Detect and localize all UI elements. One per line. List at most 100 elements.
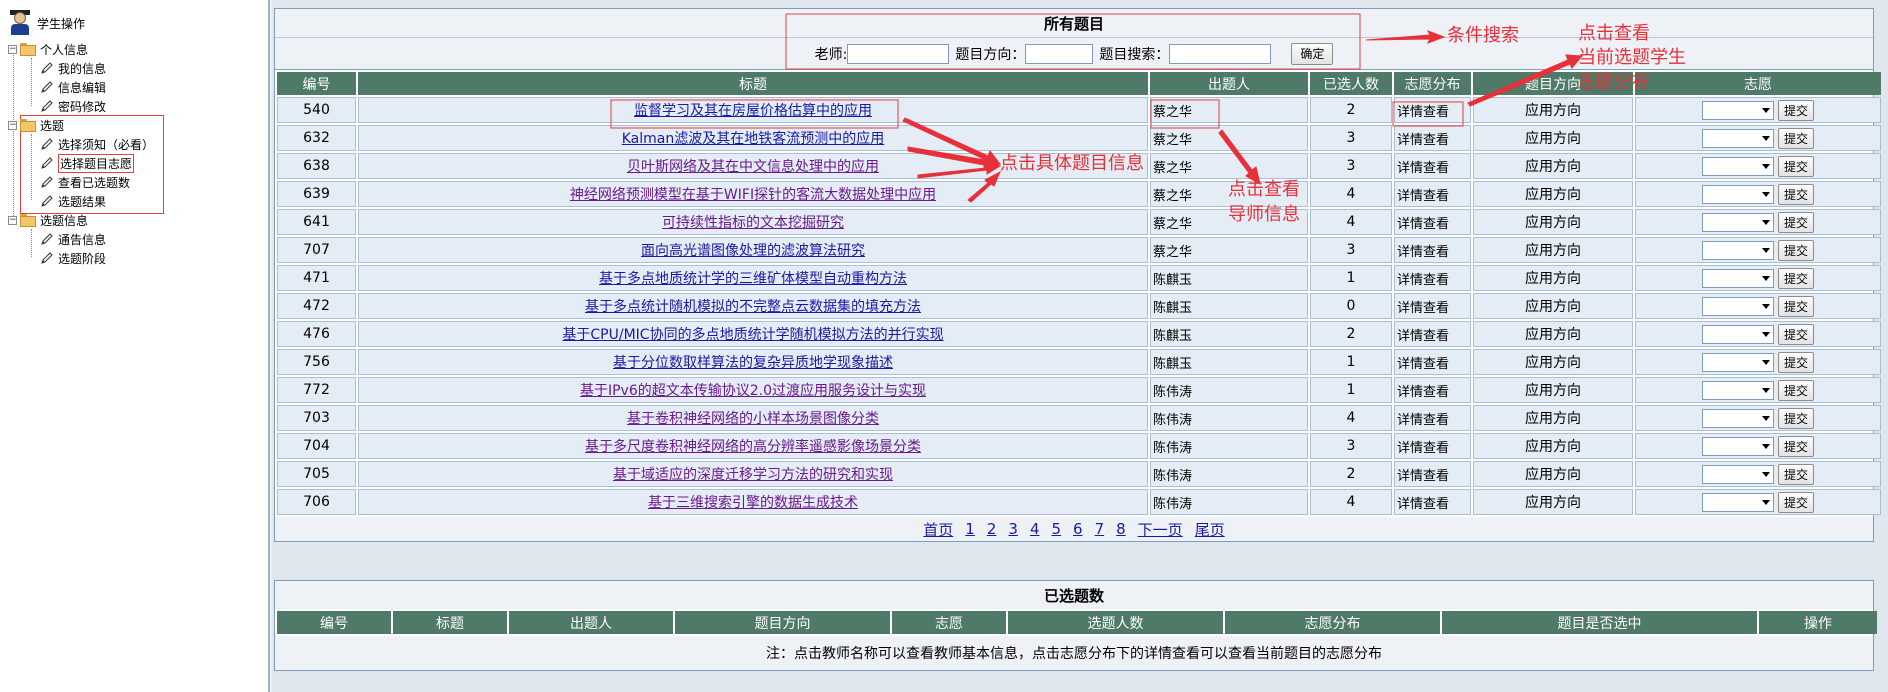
submit-button[interactable]: 提交: [1777, 407, 1814, 429]
topic-detail-link[interactable]: 详情查看: [1394, 153, 1471, 179]
pager-link[interactable]: 8: [1116, 520, 1126, 538]
topic-detail-link[interactable]: 详情查看: [1394, 489, 1471, 515]
collapse-icon[interactable]: −: [8, 44, 17, 54]
topic-teacher-link[interactable]: 蔡之华: [1150, 237, 1308, 263]
topic-title-link[interactable]: 基于三维搜索引擎的数据生成技术: [648, 495, 858, 511]
sidebar-item-view-selected[interactable]: 查看已选题数: [40, 173, 130, 191]
topic-detail-link[interactable]: 详情查看: [1394, 377, 1471, 403]
submit-button[interactable]: 提交: [1777, 239, 1814, 261]
submit-button[interactable]: 提交: [1777, 127, 1814, 149]
preference-select[interactable]: [1701, 492, 1774, 512]
submit-button[interactable]: 提交: [1777, 351, 1814, 373]
topic-title-link[interactable]: 基于分位数取样算法的复杂异质地学现象描述: [613, 355, 893, 371]
topic-teacher-link[interactable]: 蔡之华: [1150, 125, 1308, 151]
topic-detail-link[interactable]: 详情查看: [1394, 209, 1471, 235]
preference-select[interactable]: [1701, 212, 1774, 232]
sidebar-item-result[interactable]: 选题结果: [40, 192, 106, 210]
preference-select[interactable]: [1701, 436, 1774, 456]
topic-teacher-link[interactable]: 陈麒玉: [1150, 265, 1308, 291]
preference-select[interactable]: [1701, 184, 1774, 204]
pager-link[interactable]: 首页: [923, 519, 953, 540]
topic-teacher-link[interactable]: 蔡之华: [1150, 153, 1308, 179]
topic-title-link[interactable]: 基于多点地质统计学的三维矿体模型自动重构方法: [599, 271, 907, 287]
submit-button[interactable]: 提交: [1777, 379, 1814, 401]
topic-teacher-link[interactable]: 陈麒玉: [1150, 321, 1308, 347]
sidebar-group-topic[interactable]: − 选题: [8, 116, 64, 134]
submit-button[interactable]: 提交: [1777, 155, 1814, 177]
preference-select[interactable]: [1701, 156, 1774, 176]
topic-detail-link[interactable]: 详情查看: [1394, 349, 1471, 375]
pager-link[interactable]: 下一页: [1138, 519, 1183, 540]
topic-title-link[interactable]: 基于卷积神经网络的小样本场景图像分类: [627, 411, 879, 427]
topic-title-link[interactable]: 监督学习及其在房屋价格估算中的应用: [634, 103, 872, 119]
topic-title-link[interactable]: 基于多点统计随机模拟的不完整点云数据集的填充方法: [585, 299, 921, 315]
preference-select[interactable]: [1701, 128, 1774, 148]
topic-detail-link[interactable]: 详情查看: [1394, 321, 1471, 347]
keyword-search-input[interactable]: [1169, 43, 1272, 64]
preference-select[interactable]: [1701, 352, 1774, 372]
submit-button[interactable]: 提交: [1777, 435, 1814, 457]
topic-teacher-link[interactable]: 陈伟涛: [1150, 461, 1308, 487]
topic-title-link[interactable]: 面向高光谱图像处理的滤波算法研究: [641, 243, 865, 259]
pager-link[interactable]: 5: [1051, 520, 1061, 538]
search-confirm-button[interactable]: 确定: [1291, 42, 1334, 65]
pager-link[interactable]: 1: [965, 520, 975, 538]
topic-title-link[interactable]: 基于域适应的深度迁移学习方法的研究和实现: [613, 467, 893, 483]
topic-teacher-link[interactable]: 陈伟涛: [1150, 489, 1308, 515]
submit-button[interactable]: 提交: [1777, 99, 1814, 121]
sidebar-item-notice-required[interactable]: 选择须知（必看）: [40, 135, 154, 153]
topic-teacher-link[interactable]: 陈伟涛: [1150, 433, 1308, 459]
collapse-icon[interactable]: −: [8, 215, 17, 225]
topic-title-link[interactable]: 基于多尺度卷积神经网络的高分辨率遥感影像场景分类: [585, 439, 921, 455]
submit-button[interactable]: 提交: [1777, 491, 1814, 513]
collapse-icon[interactable]: −: [8, 120, 17, 130]
preference-select[interactable]: [1701, 324, 1774, 344]
sidebar-item-edit-info[interactable]: 信息编辑: [40, 78, 106, 96]
topic-detail-link[interactable]: 详情查看: [1394, 97, 1471, 123]
topic-teacher-link[interactable]: 陈伟涛: [1150, 405, 1308, 431]
topic-detail-link[interactable]: 详情查看: [1394, 293, 1471, 319]
pager-link[interactable]: 尾页: [1195, 519, 1225, 540]
sidebar-item-stage[interactable]: 选题阶段: [40, 249, 106, 267]
topic-title-link[interactable]: 基于CPU/MIC协同的多点地质统计学随机模拟方法的并行实现: [562, 327, 943, 343]
submit-button[interactable]: 提交: [1777, 267, 1814, 289]
sidebar-item-announcements[interactable]: 通告信息: [40, 230, 106, 248]
submit-button[interactable]: 提交: [1777, 183, 1814, 205]
preference-select[interactable]: [1701, 296, 1774, 316]
topic-title-link[interactable]: 可持续性指标的文本挖掘研究: [662, 215, 844, 231]
submit-button[interactable]: 提交: [1777, 323, 1814, 345]
submit-button[interactable]: 提交: [1777, 295, 1814, 317]
sidebar-group-personal[interactable]: − 个人信息: [8, 40, 88, 58]
submit-button[interactable]: 提交: [1777, 463, 1814, 485]
topic-detail-link[interactable]: 详情查看: [1394, 405, 1471, 431]
sidebar-item-my-info[interactable]: 我的信息: [40, 59, 106, 77]
topic-detail-link[interactable]: 详情查看: [1394, 433, 1471, 459]
topic-title-link[interactable]: 基于IPv6的超文本传输协议2.0过渡应用服务设计与实现: [580, 383, 926, 399]
preference-select[interactable]: [1701, 268, 1774, 288]
pager-link[interactable]: 3: [1008, 520, 1018, 538]
pager-link[interactable]: 2: [987, 520, 997, 538]
topic-detail-link[interactable]: 详情查看: [1394, 265, 1471, 291]
submit-button[interactable]: 提交: [1777, 211, 1814, 233]
topic-teacher-link[interactable]: 陈麒玉: [1150, 293, 1308, 319]
topic-teacher-link[interactable]: 陈麒玉: [1150, 349, 1308, 375]
topic-detail-link[interactable]: 详情查看: [1394, 461, 1471, 487]
topic-detail-link[interactable]: 详情查看: [1394, 125, 1471, 151]
preference-select[interactable]: [1701, 408, 1774, 428]
direction-search-input[interactable]: [1025, 43, 1094, 64]
pager-link[interactable]: 7: [1095, 520, 1105, 538]
preference-select[interactable]: [1701, 464, 1774, 484]
teacher-search-input[interactable]: [847, 43, 950, 64]
pager-link[interactable]: 4: [1030, 520, 1040, 538]
topic-teacher-link[interactable]: 陈伟涛: [1150, 377, 1308, 403]
sidebar-group-topic-info[interactable]: − 选题信息: [8, 211, 88, 229]
topic-teacher-link[interactable]: 蔡之华: [1150, 97, 1308, 123]
preference-select[interactable]: [1701, 100, 1774, 120]
topic-title-link[interactable]: 神经网络预测模型在基于WIFI探针的客流大数据处理中应用: [570, 187, 936, 203]
topic-title-link[interactable]: Kalman滤波及其在地铁客流预测中的应用: [622, 131, 885, 147]
preference-select[interactable]: [1701, 240, 1774, 260]
topic-detail-link[interactable]: 详情查看: [1394, 237, 1471, 263]
topic-title-link[interactable]: 贝叶斯网络及其在中文信息处理中的应用: [627, 159, 879, 175]
topic-detail-link[interactable]: 详情查看: [1394, 181, 1471, 207]
pager-link[interactable]: 6: [1073, 520, 1083, 538]
